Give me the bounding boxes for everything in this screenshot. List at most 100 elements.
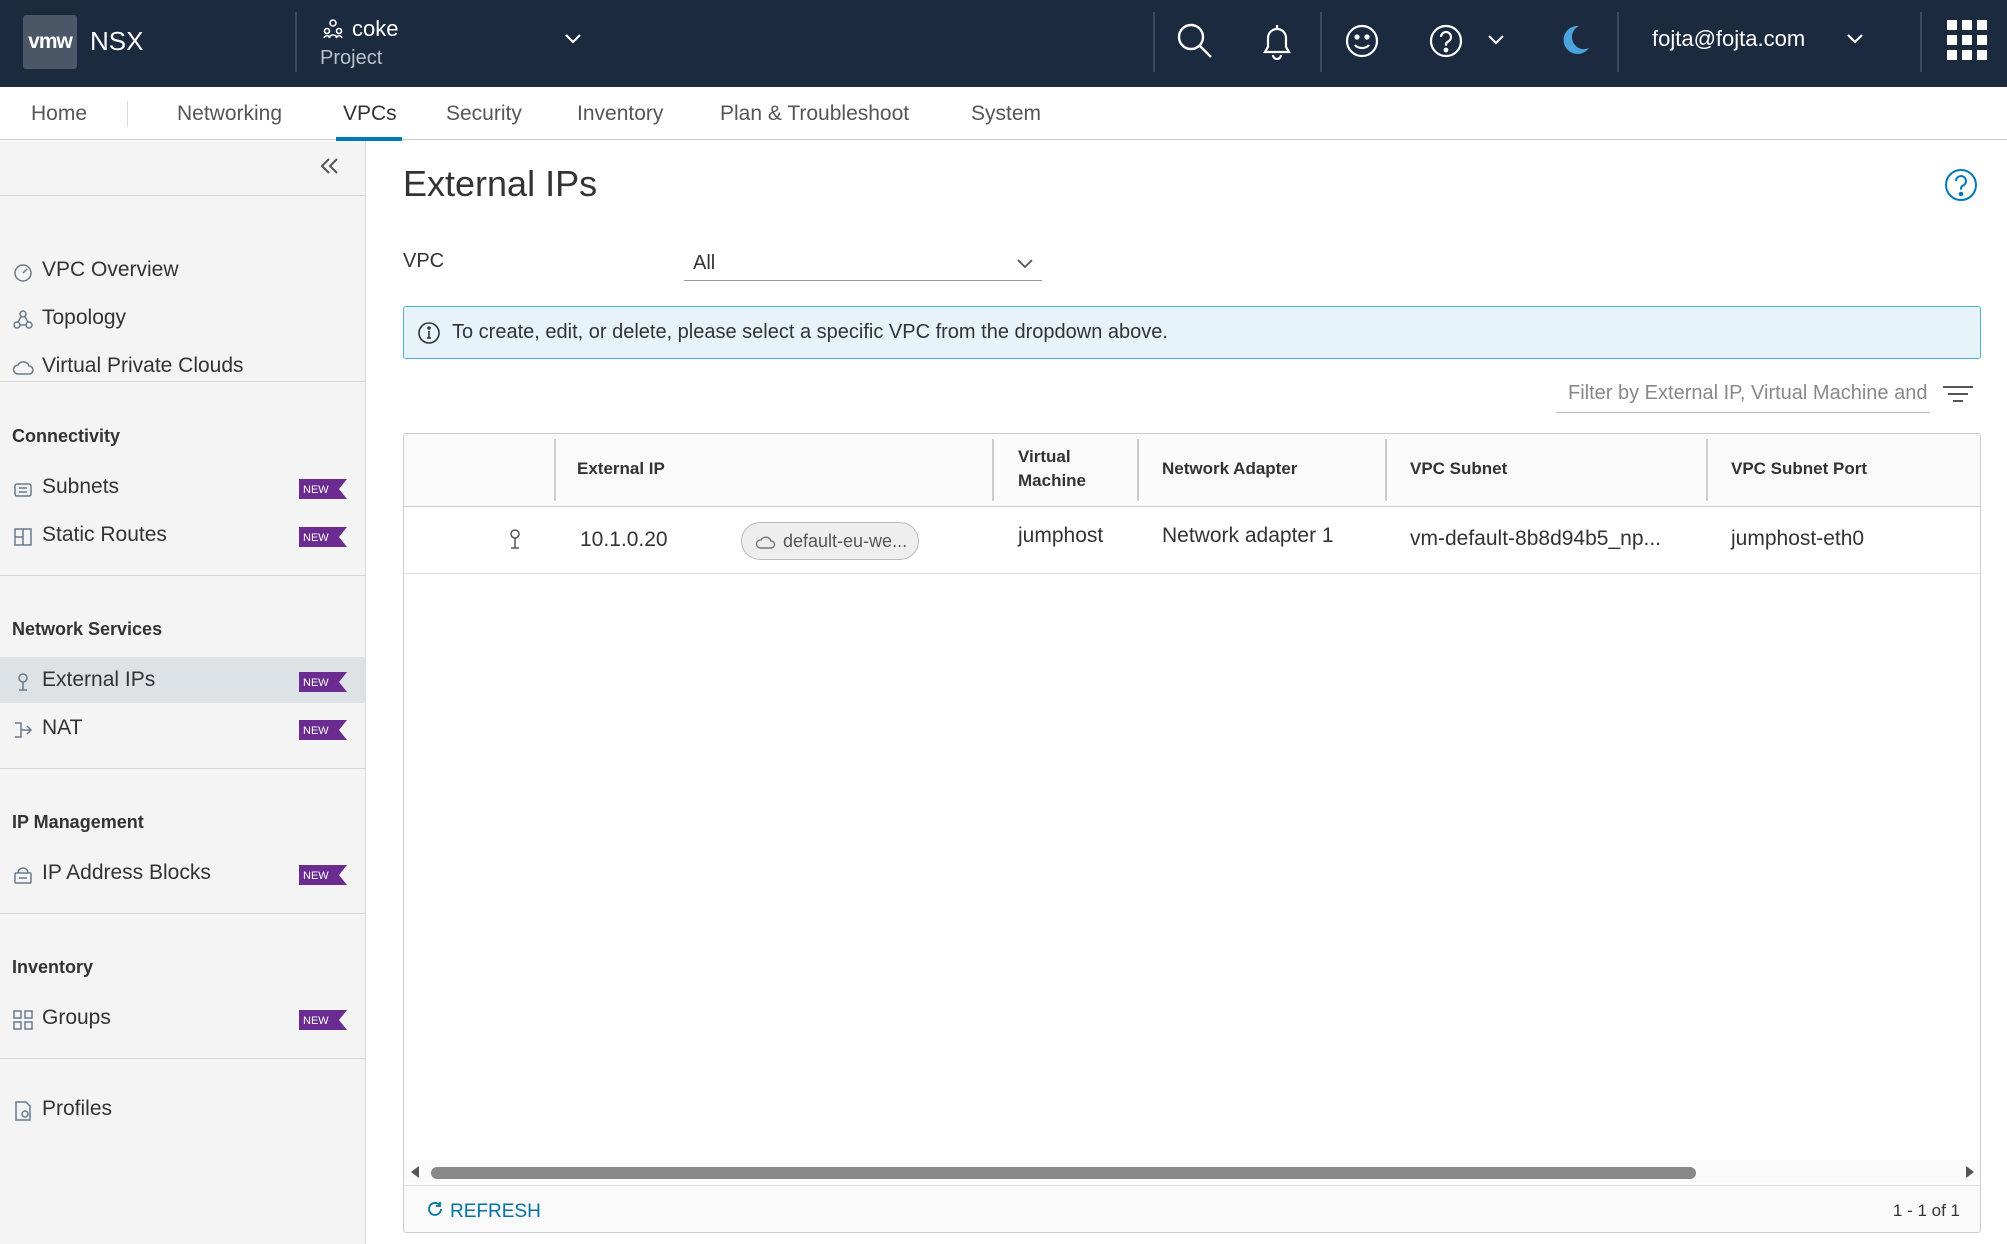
svg-text:NEW: NEW	[303, 484, 329, 496]
tab-networking[interactable]: Networking	[177, 102, 282, 126]
header-divider	[1153, 12, 1155, 72]
tab-vpcs[interactable]: VPCs	[343, 102, 397, 126]
sidebar-section-inventory: Inventory	[12, 957, 94, 977]
sidebar-item-topology[interactable]: Topology	[0, 295, 366, 341]
sidebar-divider	[0, 768, 366, 769]
scrollbar-thumb[interactable]	[431, 1167, 1696, 1179]
filter-field[interactable]	[1556, 375, 1930, 413]
tab-system[interactable]: System	[971, 102, 1041, 126]
column-separator	[992, 439, 994, 501]
sidebar-item-subnets[interactable]: Subnets NEW	[0, 464, 366, 510]
pagination-text: 1 - 1 of 1	[1892, 1201, 1960, 1220]
filter-input[interactable]	[1556, 375, 1930, 412]
header-divider	[295, 12, 297, 72]
svg-text:NEW: NEW	[303, 725, 329, 737]
sidebar-divider	[0, 195, 366, 196]
cell-virtual-machine: jumphost	[1018, 524, 1104, 547]
sidebar-item-label: Profiles	[42, 1097, 113, 1120]
filter-options-icon[interactable]	[1941, 384, 1975, 409]
sidebar-item-virtual-private-clouds[interactable]: Virtual Private Clouds	[0, 343, 366, 389]
top-navigation: Home Networking VPCs Security Inventory …	[0, 87, 2007, 141]
column-separator	[1137, 439, 1139, 501]
app-launcher-grid-icon[interactable]	[1947, 20, 1987, 67]
sidebar-item-groups[interactable]: Groups NEW	[0, 995, 366, 1041]
svg-text:NEW: NEW	[303, 870, 329, 882]
svg-text:NEW: NEW	[303, 1015, 329, 1027]
help-chevron-down-icon[interactable]	[1487, 33, 1505, 51]
info-icon	[417, 321, 441, 350]
sidebar-item-external-ips[interactable]: External IPs NEW	[0, 657, 366, 703]
sidebar-item-label: External IPs	[42, 668, 156, 691]
nat-icon	[12, 719, 34, 741]
route-icon	[12, 526, 34, 548]
app-name: NSX	[90, 26, 144, 56]
scroll-left-arrow-icon[interactable]	[409, 1165, 421, 1184]
profile-doc-icon	[12, 1100, 34, 1122]
sidebar-item-label: Groups	[42, 1006, 111, 1029]
table-row[interactable]: 10.1.0.20 default-eu-we... jumphost Netw…	[404, 508, 1980, 574]
project-icon	[322, 18, 344, 45]
column-header-external-ip[interactable]: External IP	[577, 457, 665, 481]
header-divider	[1617, 12, 1619, 72]
column-separator	[1706, 439, 1708, 501]
sidebar-section-ip-management: IP Management	[12, 812, 144, 832]
subnet-icon	[12, 478, 34, 500]
header-divider	[1920, 12, 1922, 72]
column-separator	[1385, 439, 1387, 501]
refresh-button[interactable]: REFRESH	[426, 1200, 541, 1223]
cell-vpc-subnet-port: jumphost-eth0	[1731, 527, 1865, 550]
sidebar-item-profiles[interactable]: Profiles	[0, 1086, 366, 1132]
vmware-logo[interactable]: vmw	[23, 15, 77, 69]
column-header-network-adapter[interactable]: Network Adapter	[1162, 457, 1297, 481]
sidebar-item-label: Subnets	[42, 475, 120, 498]
ip-block-icon	[12, 864, 34, 886]
table-header: External IP Virtual Machine Network Adap…	[404, 434, 1980, 507]
search-icon[interactable]	[1176, 22, 1214, 65]
sidebar-item-label: IP Address Blocks	[42, 861, 211, 884]
cloud-icon	[12, 357, 34, 379]
header-divider	[1320, 12, 1322, 72]
vpc-filter-label: VPC	[403, 250, 445, 272]
column-separator	[554, 439, 556, 501]
page-help-icon[interactable]	[1944, 168, 1978, 207]
cell-network-adapter: Network adapter 1	[1162, 524, 1334, 547]
row-pin-icon	[505, 528, 525, 558]
feedback-smiley-icon[interactable]	[1344, 22, 1380, 65]
tab-inventory[interactable]: Inventory	[577, 102, 663, 126]
project-chevron-down-icon[interactable]	[563, 32, 583, 51]
sidebar-item-vpc-overview[interactable]: VPC Overview	[0, 247, 366, 293]
tab-home[interactable]: Home	[31, 102, 87, 126]
sidebar-divider	[0, 381, 366, 382]
vpc-select[interactable]: All	[684, 245, 1042, 281]
cell-vpc-subnet: vm-default-8b8d94b5_np...	[1410, 527, 1662, 550]
notification-bell-icon[interactable]	[1260, 22, 1294, 65]
sidebar-item-nat[interactable]: NAT NEW	[0, 705, 366, 751]
sidebar-section-network-services: Network Services	[12, 619, 163, 639]
groups-icon	[12, 1009, 34, 1031]
new-badge: NEW	[299, 1010, 347, 1035]
tab-plan-troubleshoot[interactable]: Plan & Troubleshoot	[720, 102, 909, 126]
column-header-vpc-subnet-port[interactable]: VPC Subnet Port	[1731, 457, 1867, 481]
dark-mode-moon-icon[interactable]	[1558, 22, 1592, 65]
new-badge: NEW	[299, 865, 347, 890]
external-ips-table: External IP Virtual Machine Network Adap…	[403, 433, 1981, 1233]
sidebar-item-static-routes[interactable]: Static Routes NEW	[0, 512, 366, 558]
scroll-right-arrow-icon[interactable]	[1964, 1165, 1976, 1184]
horizontal-scrollbar[interactable]	[404, 1160, 1980, 1184]
user-chevron-down-icon[interactable]	[1845, 32, 1865, 51]
sidebar-divider	[0, 913, 366, 914]
user-name[interactable]: fojta@fojta.com	[1652, 26, 1805, 52]
sidebar-item-ip-address-blocks[interactable]: IP Address Blocks NEW	[0, 850, 366, 896]
column-header-vpc-subnet[interactable]: VPC Subnet	[1410, 457, 1507, 481]
column-header-virtual-machine[interactable]: Virtual Machine	[1018, 445, 1108, 493]
project-name[interactable]: coke	[352, 16, 398, 42]
collapse-sidebar-icon[interactable]	[318, 155, 340, 182]
new-badge: NEW	[299, 527, 347, 552]
help-icon[interactable]	[1428, 22, 1464, 65]
refresh-label: REFRESH	[450, 1200, 541, 1222]
vpc-tag-chip[interactable]: default-eu-we...	[741, 522, 919, 560]
info-alert: To create, edit, or delete, please selec…	[403, 306, 1981, 359]
sidebar-divider	[0, 575, 366, 576]
new-badge: NEW	[299, 720, 347, 745]
tab-security[interactable]: Security	[446, 102, 522, 126]
